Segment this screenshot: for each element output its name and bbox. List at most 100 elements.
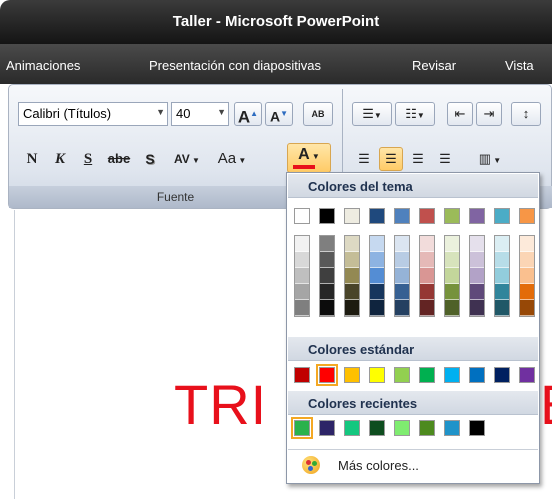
theme-shade-swatch[interactable]	[520, 284, 534, 300]
theme-shade-swatch[interactable]	[395, 252, 409, 268]
theme-shade-swatch[interactable]	[520, 236, 534, 252]
standard-color-swatch[interactable]	[444, 367, 460, 383]
theme-shade-swatch[interactable]	[470, 252, 484, 268]
theme-shade-swatch[interactable]	[320, 268, 334, 284]
change-case-button[interactable]: Aa ▼	[213, 147, 251, 171]
bullets-button[interactable]: ☰▼	[352, 102, 392, 126]
theme-shade-swatch[interactable]	[495, 252, 509, 268]
justify-button[interactable]: ☰	[433, 147, 457, 171]
recent-color-swatch[interactable]	[394, 420, 410, 436]
theme-shade-swatch[interactable]	[520, 252, 534, 268]
theme-shade-swatch[interactable]	[295, 284, 309, 300]
theme-shade-swatch[interactable]	[495, 268, 509, 284]
theme-shade-swatch[interactable]	[470, 236, 484, 252]
theme-color-swatch[interactable]	[494, 208, 510, 224]
theme-shade-swatch[interactable]	[470, 284, 484, 300]
theme-shade-swatch[interactable]	[395, 268, 409, 284]
recent-color-swatch[interactable]	[319, 420, 335, 436]
theme-shade-swatch[interactable]	[370, 252, 384, 268]
more-colors-item[interactable]: Más colores...	[288, 449, 538, 479]
theme-color-swatch[interactable]	[444, 208, 460, 224]
theme-color-swatch[interactable]	[519, 208, 535, 224]
tab-presentacion[interactable]: Presentación con diapositivas	[149, 58, 321, 73]
theme-shade-swatch[interactable]	[420, 236, 434, 252]
theme-shade-swatch[interactable]	[420, 284, 434, 300]
theme-color-swatch[interactable]	[394, 208, 410, 224]
theme-shade-swatch[interactable]	[345, 300, 359, 316]
theme-shade-swatch[interactable]	[445, 236, 459, 252]
theme-color-swatch[interactable]	[344, 208, 360, 224]
theme-shade-swatch[interactable]	[445, 300, 459, 316]
chevron-down-icon[interactable]: ▼	[156, 107, 165, 117]
slide-title-text[interactable]: TRI	[174, 372, 267, 437]
theme-shade-swatch[interactable]	[445, 284, 459, 300]
increase-indent-button[interactable]: ⇥	[476, 102, 502, 126]
underline-button[interactable]: S	[77, 147, 99, 171]
theme-shade-swatch[interactable]	[320, 300, 334, 316]
slide-title-text-right[interactable]: E	[540, 372, 552, 437]
recent-color-swatch[interactable]	[369, 420, 385, 436]
strikethrough-button[interactable]: abe	[103, 147, 135, 171]
theme-shade-swatch[interactable]	[370, 268, 384, 284]
theme-shade-swatch[interactable]	[495, 236, 509, 252]
theme-color-swatch[interactable]	[369, 208, 385, 224]
theme-shade-swatch[interactable]	[520, 300, 534, 316]
chevron-down-icon[interactable]: ▼	[310, 152, 320, 161]
theme-shade-swatch[interactable]	[395, 284, 409, 300]
standard-color-swatch[interactable]	[394, 367, 410, 383]
theme-shade-swatch[interactable]	[520, 268, 534, 284]
shrink-font-button[interactable]: A▼	[265, 102, 293, 126]
theme-shade-swatch[interactable]	[295, 300, 309, 316]
theme-shade-swatch[interactable]	[320, 236, 334, 252]
standard-color-swatch[interactable]	[294, 367, 310, 383]
theme-shade-swatch[interactable]	[495, 300, 509, 316]
theme-color-swatch[interactable]	[419, 208, 435, 224]
clear-format-button[interactable]: AB	[303, 102, 333, 126]
theme-color-swatch[interactable]	[469, 208, 485, 224]
theme-shade-swatch[interactable]	[420, 252, 434, 268]
theme-shade-swatch[interactable]	[370, 236, 384, 252]
numbering-button[interactable]: ☷▼	[395, 102, 435, 126]
theme-shade-swatch[interactable]	[345, 252, 359, 268]
decrease-indent-button[interactable]: ⇤	[447, 102, 473, 126]
theme-shade-swatch[interactable]	[470, 300, 484, 316]
standard-color-swatch[interactable]	[494, 367, 510, 383]
theme-shade-swatch[interactable]	[295, 252, 309, 268]
theme-shade-swatch[interactable]	[320, 252, 334, 268]
theme-shade-swatch[interactable]	[345, 268, 359, 284]
standard-color-swatch[interactable]	[519, 367, 535, 383]
standard-color-swatch[interactable]	[419, 367, 435, 383]
theme-shade-swatch[interactable]	[395, 300, 409, 316]
chevron-down-icon[interactable]: ▼	[217, 107, 226, 117]
theme-shade-swatch[interactable]	[345, 236, 359, 252]
recent-color-swatch[interactable]	[469, 420, 485, 436]
columns-button[interactable]: ▥ ▼	[471, 147, 509, 171]
recent-color-swatch[interactable]	[344, 420, 360, 436]
standard-color-swatch[interactable]	[369, 367, 385, 383]
theme-shade-swatch[interactable]	[420, 268, 434, 284]
theme-shade-swatch[interactable]	[370, 284, 384, 300]
font-size-combo[interactable]: 40 ▼	[171, 102, 229, 126]
theme-color-swatch[interactable]	[294, 208, 310, 224]
font-name-combo[interactable]: Calibri (Títulos) ▼	[18, 102, 168, 126]
tab-revisar[interactable]: Revisar	[412, 58, 456, 73]
line-spacing-button[interactable]: ↕	[511, 102, 541, 126]
recent-color-swatch[interactable]	[419, 420, 435, 436]
theme-color-swatch[interactable]	[319, 208, 335, 224]
theme-shade-swatch[interactable]	[495, 284, 509, 300]
standard-color-swatch[interactable]	[316, 364, 338, 386]
theme-shade-swatch[interactable]	[345, 284, 359, 300]
recent-color-swatch[interactable]	[444, 420, 460, 436]
theme-shade-swatch[interactable]	[295, 268, 309, 284]
grow-font-button[interactable]: A▲	[234, 102, 262, 127]
standard-color-swatch[interactable]	[344, 367, 360, 383]
theme-shade-swatch[interactable]	[420, 300, 434, 316]
bold-button[interactable]: N	[21, 147, 43, 171]
theme-shade-swatch[interactable]	[295, 236, 309, 252]
theme-shade-swatch[interactable]	[445, 252, 459, 268]
theme-shade-swatch[interactable]	[320, 284, 334, 300]
align-right-button[interactable]: ☰	[406, 147, 430, 171]
theme-shade-swatch[interactable]	[395, 236, 409, 252]
shadow-button[interactable]: S	[139, 147, 161, 171]
recent-color-swatch[interactable]	[291, 417, 313, 439]
